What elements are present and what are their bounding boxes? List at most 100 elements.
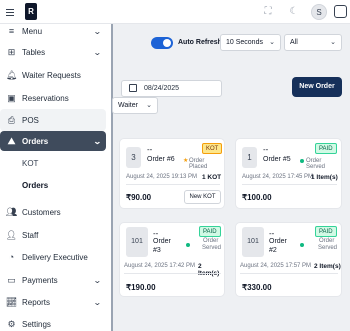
order-number: Order <box>269 238 287 245</box>
status-dot <box>300 159 304 163</box>
sidebar-subitem-orders[interactable]: Orders <box>22 181 48 190</box>
sidebar-item-staff[interactable]: 👤︎ Staff <box>0 224 111 246</box>
order-datetime: August 24, 2025 17:57 PM <box>240 263 312 269</box>
sidebar-item-label: Waiter Requests <box>22 70 81 80</box>
order-card[interactable]: 1 -- Order #5 PAID Order Served August 2… <box>235 138 342 209</box>
order-card[interactable]: 101 -- Order #2 PAID Order Served August… <box>235 222 342 297</box>
order-card[interactable]: 3 -- Order #6 KOT ★ Order Placed August … <box>119 138 225 209</box>
date-value: 08/24/2025 <box>144 85 180 92</box>
sidebar: ≡ Menu ⌄ ⊞ Tables ⌄ 🔔︎ Waiter Requests ▣… <box>0 24 113 331</box>
order-status: Order <box>319 238 335 244</box>
order-amount: ₹190.00 <box>126 283 156 292</box>
order-number-suffix: #2 <box>269 247 277 254</box>
status-badge: PAID <box>315 143 337 154</box>
chevron-down-icon: ⌄ <box>92 275 102 285</box>
sidebar-item-label: Menu <box>22 26 43 36</box>
waiter-filter-select[interactable]: Waiter ⌄ <box>112 97 158 114</box>
sidebar-item-label: Settings <box>22 319 51 329</box>
fullscreen-icon[interactable]: ⛶ <box>262 6 274 18</box>
order-card[interactable]: 101 -- Order #3 PAID Order Served August… <box>119 222 225 297</box>
sidebar-item-label: Payments <box>22 275 58 285</box>
order-number: Order #6 <box>147 156 175 163</box>
payments-icon: ▭ <box>7 274 16 285</box>
chevron-down-icon: ⌄ <box>92 297 102 307</box>
top-bar: R ⛶ ☾ S <box>0 0 350 24</box>
orders-icon: ⛰ <box>7 135 16 146</box>
chevron-down-icon: ⌄ <box>269 39 275 46</box>
order-amount: ₹90.00 <box>126 193 152 202</box>
sidebar-item-label: Reservations <box>22 93 69 103</box>
new-kot-button[interactable]: New KOT <box>184 190 221 204</box>
token-number: 1 <box>242 147 257 168</box>
auto-refresh-toggle[interactable] <box>151 37 173 49</box>
chevron-down-icon: ⌄ <box>146 102 152 109</box>
sidebar-item-label: Reports <box>22 297 51 307</box>
bell-icon: 🔔︎ <box>5 69 18 80</box>
status-dot <box>186 243 190 247</box>
sidebar-item-label: POS <box>22 115 39 125</box>
order-datetime: August 24, 2025 17:45 PM <box>242 174 314 180</box>
order-datetime: August 24, 2025 19:13 PM <box>126 174 198 180</box>
status-badge: KOT <box>202 143 223 154</box>
sidebar-item-menu[interactable]: ≡ Menu ⌄ <box>0 24 111 42</box>
table-name: -- <box>147 145 153 154</box>
status-filter-value: All <box>290 39 298 46</box>
status-badge: PAID <box>315 226 337 237</box>
sidebar-item-delivery-executive[interactable]: ◔ Delivery Executive <box>0 246 111 268</box>
users-icon: 👥︎ <box>5 206 18 217</box>
dark-mode-icon[interactable]: ☾ <box>288 6 300 18</box>
hamburger-icon[interactable] <box>6 9 14 18</box>
kot-count: 1 KOT <box>202 174 222 181</box>
order-status: Order Served <box>306 158 326 170</box>
settings-icon: ⚙ <box>7 318 16 329</box>
status-badge: PAID <box>199 226 221 237</box>
sidebar-subitem-kot[interactable]: KOT <box>22 159 38 168</box>
app-logo[interactable]: R <box>25 3 37 20</box>
token-number: 101 <box>126 227 148 257</box>
divider <box>124 273 221 274</box>
order-datetime: August 24, 2025 17:42 PM <box>124 263 196 269</box>
sidebar-item-label: Customers <box>22 207 61 217</box>
item-count: 2 Item(s) <box>314 263 341 270</box>
sidebar-item-orders[interactable]: ⛰ Orders ⌄ <box>0 131 106 151</box>
divider <box>126 184 220 185</box>
customer-display-icon[interactable] <box>334 5 347 18</box>
status-dot <box>300 243 304 247</box>
staff-icon: 👤︎ <box>5 229 18 240</box>
sidebar-item-label: Staff <box>22 230 39 240</box>
sidebar-item-waiter-requests[interactable]: 🔔︎ Waiter Requests <box>0 64 111 86</box>
chevron-down-icon: ⌄ <box>330 39 336 46</box>
sidebar-item-reservations[interactable]: ▣ Reservations <box>0 87 111 109</box>
sidebar-item-reports[interactable]: 📈︎ Reports ⌄ <box>0 291 111 313</box>
tables-icon: ⊞ <box>7 46 16 57</box>
star-icon: ★ <box>183 158 189 164</box>
avatar[interactable]: S <box>311 4 327 20</box>
table-name: -- <box>269 229 275 238</box>
sidebar-item-label: Delivery Executive <box>22 252 88 262</box>
item-count: 2 Item(s) <box>198 263 219 277</box>
new-order-button[interactable]: New Order <box>292 77 342 97</box>
auto-refresh-label: Auto Refresh <box>178 39 222 46</box>
date-range-field[interactable]: 08/24/2025 <box>121 80 222 97</box>
sidebar-item-payments[interactable]: ▭ Payments ⌄ <box>0 269 111 291</box>
order-amount: ₹330.00 <box>242 283 272 292</box>
order-status: Order Placed <box>189 158 208 170</box>
refresh-interval-select[interactable]: 10 Seconds ⌄ <box>220 34 281 51</box>
refresh-interval-value: 10 Seconds <box>226 39 263 46</box>
waiter-filter-value: Waiter <box>118 102 138 109</box>
delivery-icon: ◔ <box>8 252 15 262</box>
sidebar-item-customers[interactable]: 👥︎ Customers <box>0 201 111 223</box>
chevron-down-icon: ⌄ <box>92 47 102 57</box>
sidebar-item-pos[interactable]: ⎙ POS <box>0 109 106 131</box>
table-name: -- <box>263 145 269 154</box>
reports-icon: 📈︎ <box>5 296 18 307</box>
menu-icon: ≡ <box>8 26 15 36</box>
sidebar-item-label: Orders <box>22 136 49 146</box>
calendar-icon: ▣ <box>7 92 16 103</box>
chevron-down-icon: ⌄ <box>92 136 102 146</box>
sidebar-item-settings[interactable]: ⚙ Settings <box>0 313 111 331</box>
status-filter-select[interactable]: All ⌄ <box>284 34 342 51</box>
sidebar-item-tables[interactable]: ⊞ Tables ⌄ <box>0 41 111 63</box>
calendar-icon <box>129 84 137 92</box>
chevron-down-icon: ⌄ <box>92 26 102 36</box>
